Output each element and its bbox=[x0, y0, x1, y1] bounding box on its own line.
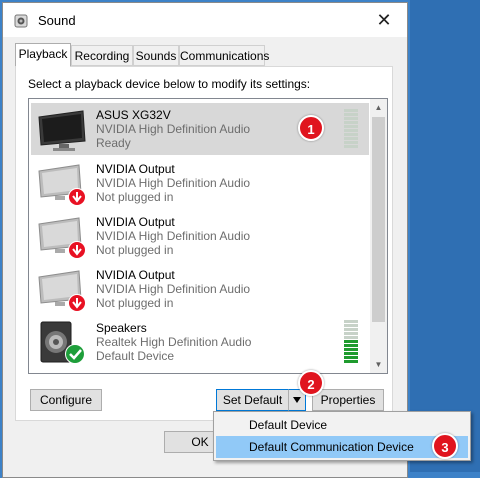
device-status: Not plugged in bbox=[96, 296, 174, 310]
device-list[interactable]: ASUS XG32V NVIDIA High Definition Audio … bbox=[28, 98, 388, 374]
menu-item-default-communication-device[interactable]: Default Communication Device bbox=[216, 436, 468, 458]
monitor-unplugged-icon bbox=[38, 270, 86, 312]
volume-meter bbox=[344, 109, 358, 149]
device-name: NVIDIA Output bbox=[96, 268, 175, 282]
speaker-app-icon bbox=[14, 14, 28, 28]
device-status: Ready bbox=[96, 136, 131, 150]
configure-button[interactable]: Configure bbox=[30, 389, 102, 411]
set-default-button[interactable]: Set Default bbox=[216, 389, 289, 411]
properties-button[interactable]: Properties bbox=[312, 389, 384, 411]
device-name: ASUS XG32V bbox=[96, 108, 171, 122]
speaker-default-icon bbox=[40, 321, 85, 364]
tab-communications[interactable]: Communications bbox=[179, 45, 269, 66]
device-status: Default Device bbox=[96, 349, 175, 363]
annotation-badge-3: 3 bbox=[432, 433, 458, 459]
device-item-nvidia-output[interactable]: NVIDIA Output NVIDIA High Definition Aud… bbox=[31, 210, 369, 262]
device-name: NVIDIA Output bbox=[96, 162, 175, 176]
device-driver: NVIDIA High Definition Audio bbox=[96, 122, 251, 136]
device-driver: NVIDIA High Definition Audio bbox=[96, 229, 251, 243]
monitor-icon bbox=[38, 110, 86, 151]
device-item-nvidia-output[interactable]: NVIDIA Output NVIDIA High Definition Aud… bbox=[31, 157, 369, 209]
desktop-background bbox=[410, 0, 480, 472]
scroll-thumb[interactable] bbox=[372, 117, 385, 322]
tab-recording[interactable]: Recording bbox=[71, 45, 133, 66]
close-button[interactable]: ✕ bbox=[361, 3, 407, 37]
device-name: NVIDIA Output bbox=[96, 215, 175, 229]
scroll-down-icon[interactable]: ▼ bbox=[370, 356, 387, 373]
device-driver: Realtek High Definition Audio bbox=[96, 335, 252, 349]
device-driver: NVIDIA High Definition Audio bbox=[96, 282, 251, 296]
annotation-badge-2: 2 bbox=[298, 370, 324, 396]
tab-sounds[interactable]: Sounds bbox=[133, 45, 179, 66]
window-title: Sound bbox=[38, 13, 76, 28]
device-status: Not plugged in bbox=[96, 243, 174, 257]
volume-meter bbox=[344, 320, 358, 364]
device-status: Not plugged in bbox=[96, 190, 174, 204]
list-scrollbar[interactable]: ▲ ▼ bbox=[370, 99, 387, 373]
scroll-up-icon[interactable]: ▲ bbox=[370, 99, 387, 116]
device-item-speakers[interactable]: Speakers Realtek High Definition Audio D… bbox=[31, 316, 369, 368]
monitor-unplugged-icon bbox=[38, 164, 86, 206]
chevron-down-icon bbox=[293, 397, 301, 403]
monitor-unplugged-icon bbox=[38, 217, 86, 259]
device-name: Speakers bbox=[96, 321, 147, 335]
device-item-nvidia-output[interactable]: NVIDIA Output NVIDIA High Definition Aud… bbox=[31, 263, 369, 315]
device-driver: NVIDIA High Definition Audio bbox=[96, 176, 251, 190]
set-default-menu: Default Device Default Communication Dev… bbox=[213, 411, 471, 461]
annotation-badge-1: 1 bbox=[298, 115, 324, 141]
instruction-text: Select a playback device below to modify… bbox=[28, 77, 311, 91]
tab-playback[interactable]: Playback bbox=[15, 43, 71, 67]
menu-item-default-device[interactable]: Default Device bbox=[216, 414, 468, 436]
title-bar[interactable]: Sound ✕ bbox=[3, 3, 407, 37]
